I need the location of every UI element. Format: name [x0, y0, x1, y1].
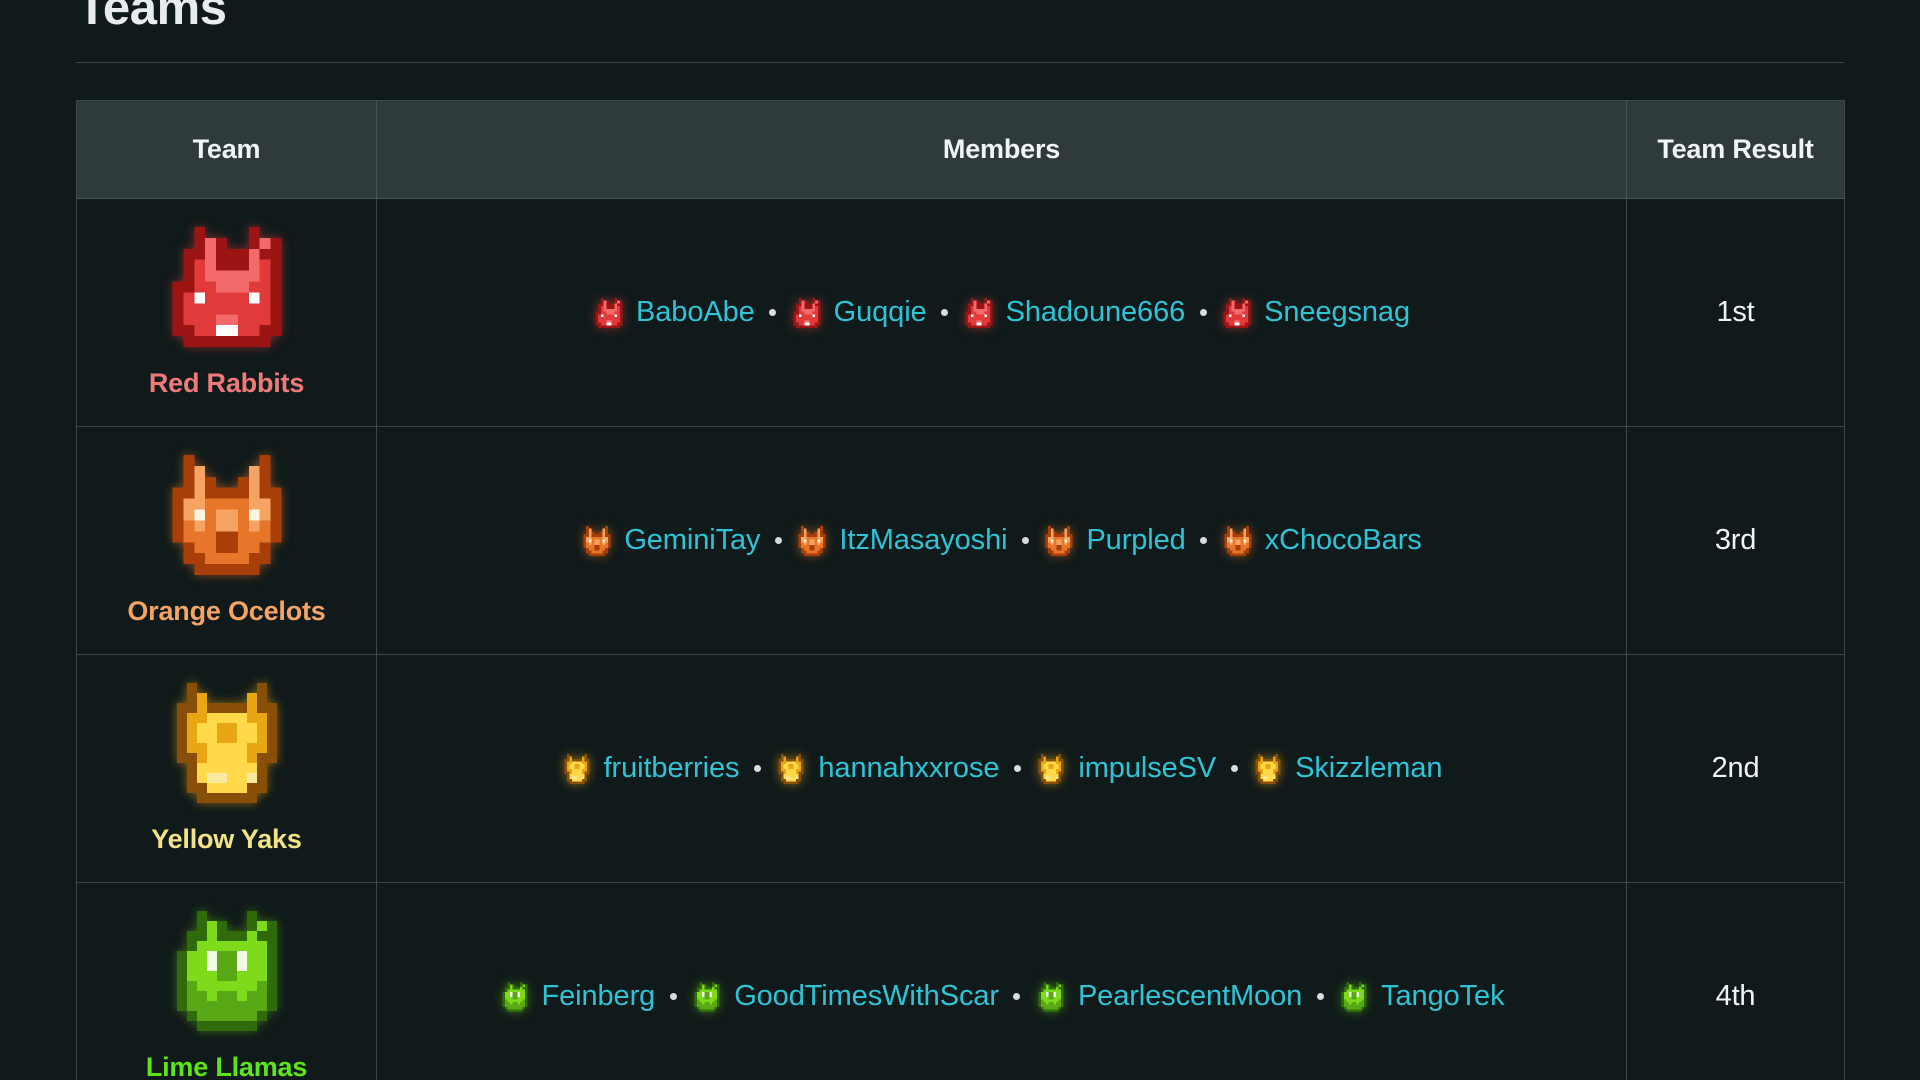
- llama-head-icon: [1338, 981, 1370, 1012]
- members-cell: fruitberries hannahxxrose impulseSV Skizzle…: [376, 654, 1627, 883]
- table-row: Yellow Yaks fruitberries hannahxxrose impul…: [76, 654, 1845, 883]
- member-entry[interactable]: Skizzleman: [1252, 753, 1442, 784]
- member-separator-dot: [999, 993, 1035, 1000]
- member-separator-dot: [1216, 765, 1252, 772]
- table-row: Orange Ocelots GeminiTay ItzMasayoshi Purpl…: [76, 426, 1845, 655]
- member-entry[interactable]: Sneegsnag: [1221, 297, 1410, 328]
- members-cell: Feinberg GoodTimesWithScar PearlescentMoon…: [376, 882, 1627, 1080]
- member-entry[interactable]: Shadoune666: [963, 297, 1186, 328]
- team-cell: Orange Ocelots: [76, 426, 377, 655]
- rabbit-head-icon: [1221, 297, 1253, 328]
- member-entry[interactable]: Feinberg: [499, 981, 656, 1012]
- yak-head-icon: [561, 753, 593, 784]
- rabbit-head-icon: [593, 297, 625, 328]
- rabbit-head-icon: [963, 297, 995, 328]
- member-entry[interactable]: GeminiTay: [581, 525, 761, 556]
- member-entry[interactable]: fruitberries: [561, 753, 740, 784]
- table-body: Red Rabbits BaboAbe Guqqie Shadoune666 Sneeg…: [76, 198, 1845, 1080]
- member-separator-dot: [1302, 993, 1338, 1000]
- team-cell: Lime Llamas: [76, 882, 377, 1080]
- member-separator-dot: [755, 309, 791, 316]
- yak-head-icon: [163, 682, 291, 803]
- members-list: BaboAbe Guqqie Shadoune666 Sneegsnag: [395, 297, 1608, 328]
- page-title: Teams: [77, 0, 227, 35]
- llama-head-icon: [691, 981, 723, 1012]
- member-separator-dot: [1007, 537, 1043, 544]
- member-name[interactable]: TangoTek: [1381, 982, 1504, 1011]
- member-name[interactable]: hannahxxrose: [818, 754, 999, 783]
- team-result-cell: 3rd: [1626, 426, 1845, 655]
- yak-head-icon: [1252, 753, 1284, 784]
- table-row: Red Rabbits BaboAbe Guqqie Shadoune666 Sneeg…: [76, 198, 1845, 427]
- member-name[interactable]: fruitberries: [604, 754, 740, 783]
- yak-head-icon: [1035, 753, 1067, 784]
- team-name[interactable]: Red Rabbits: [83, 368, 370, 399]
- member-entry[interactable]: PearlescentMoon: [1035, 981, 1302, 1012]
- table-header-row: Team Members Team Result: [76, 100, 1845, 199]
- rabbit-head-icon: [163, 226, 291, 347]
- team-cell: Red Rabbits: [76, 198, 377, 427]
- team-result-cell: 1st: [1626, 198, 1845, 427]
- member-name[interactable]: impulseSV: [1078, 754, 1216, 783]
- team-name[interactable]: Orange Ocelots: [83, 596, 370, 627]
- member-name[interactable]: Shadoune666: [1006, 298, 1186, 327]
- column-header-team[interactable]: Team: [76, 100, 377, 199]
- ocelot-head-icon: [163, 454, 291, 575]
- llama-head-icon: [1035, 981, 1067, 1012]
- teams-table: Team Members Team Result Red Rabbits Babo…: [76, 100, 1845, 1080]
- table-header: Team Members Team Result: [76, 100, 1845, 199]
- rabbit-head-icon: [791, 297, 823, 328]
- member-name[interactable]: Guqqie: [834, 298, 927, 327]
- member-entry[interactable]: TangoTek: [1338, 981, 1505, 1012]
- member-name[interactable]: Purpled: [1086, 526, 1185, 555]
- team-cell: Yellow Yaks: [76, 654, 377, 883]
- member-entry[interactable]: hannahxxrose: [775, 753, 999, 784]
- member-name[interactable]: PearlescentMoon: [1078, 982, 1302, 1011]
- member-entry[interactable]: impulseSV: [1035, 753, 1216, 784]
- table-row: Lime Llamas Feinberg GoodTimesWithScar Pear…: [76, 882, 1845, 1080]
- title-divider: [76, 62, 1844, 63]
- member-separator-dot: [999, 765, 1035, 772]
- ocelot-head-icon: [796, 525, 828, 556]
- llama-head-icon: [163, 910, 291, 1031]
- member-name[interactable]: ItzMasayoshi: [839, 526, 1007, 555]
- member-entry[interactable]: Guqqie: [791, 297, 927, 328]
- members-list: fruitberries hannahxxrose impulseSV Skizzle…: [395, 753, 1608, 784]
- member-separator-dot: [739, 765, 775, 772]
- member-separator-dot: [760, 537, 796, 544]
- member-entry[interactable]: Purpled: [1043, 525, 1186, 556]
- member-name[interactable]: Skizzleman: [1295, 754, 1442, 783]
- team-name[interactable]: Lime Llamas: [83, 1052, 370, 1080]
- yak-head-icon: [775, 753, 807, 784]
- team-result-cell: 2nd: [1626, 654, 1845, 883]
- teams-page: Teams Team Members Team Result Red Rabbi…: [0, 0, 1920, 1080]
- member-entry[interactable]: GoodTimesWithScar: [691, 981, 999, 1012]
- member-separator-dot: [927, 309, 963, 316]
- members-list: Feinberg GoodTimesWithScar PearlescentMoon…: [395, 981, 1608, 1012]
- member-name[interactable]: GeminiTay: [624, 526, 760, 555]
- member-name[interactable]: xChocoBars: [1265, 526, 1422, 555]
- ocelot-head-icon: [1222, 525, 1254, 556]
- column-header-members[interactable]: Members: [376, 100, 1627, 199]
- member-separator-dot: [1185, 309, 1221, 316]
- ocelot-head-icon: [581, 525, 613, 556]
- member-name[interactable]: Sneegsnag: [1264, 298, 1410, 327]
- member-entry[interactable]: xChocoBars: [1222, 525, 1422, 556]
- member-name[interactable]: BaboAbe: [636, 298, 755, 327]
- member-entry[interactable]: ItzMasayoshi: [796, 525, 1008, 556]
- members-cell: GeminiTay ItzMasayoshi Purpled xChocoBars: [376, 426, 1627, 655]
- member-separator-dot: [655, 993, 691, 1000]
- member-separator-dot: [1186, 537, 1222, 544]
- llama-head-icon: [499, 981, 531, 1012]
- member-name[interactable]: GoodTimesWithScar: [734, 982, 999, 1011]
- member-name[interactable]: Feinberg: [542, 982, 656, 1011]
- team-result-cell: 4th: [1626, 882, 1845, 1080]
- column-header-result[interactable]: Team Result: [1626, 100, 1845, 199]
- members-list: GeminiTay ItzMasayoshi Purpled xChocoBars: [395, 525, 1608, 556]
- members-cell: BaboAbe Guqqie Shadoune666 Sneegsnag: [376, 198, 1627, 427]
- member-entry[interactable]: BaboAbe: [593, 297, 755, 328]
- team-name[interactable]: Yellow Yaks: [83, 824, 370, 855]
- ocelot-head-icon: [1043, 525, 1075, 556]
